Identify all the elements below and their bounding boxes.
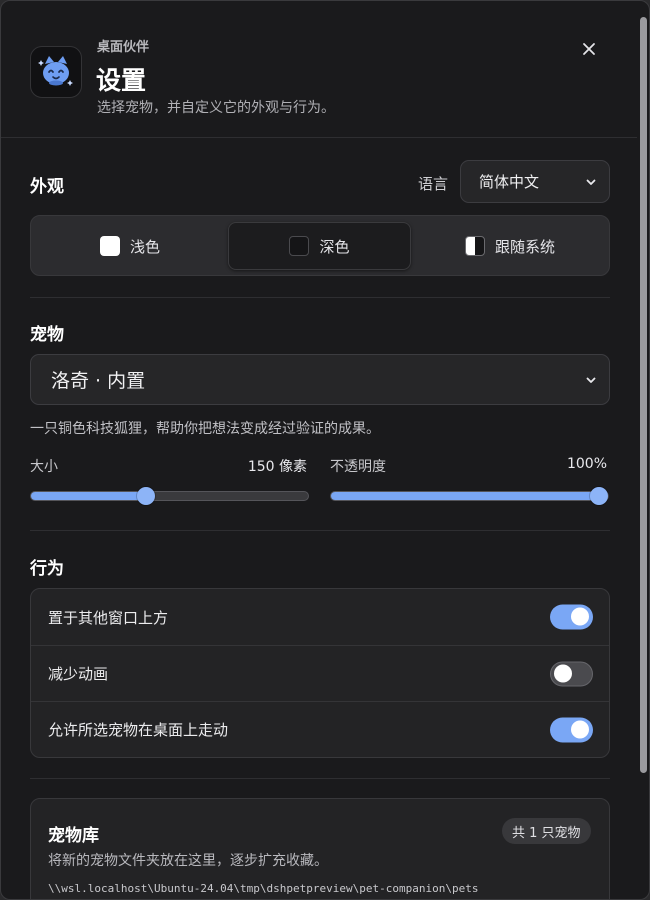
size-slider-thumb[interactable] xyxy=(137,487,156,505)
toggle-label: 允许所选宠物在桌面上走动 xyxy=(48,721,229,739)
language-label: 语言 xyxy=(418,175,449,193)
allow-walking-toggle[interactable] xyxy=(550,717,593,742)
language-select-value: 简体中文 xyxy=(479,173,540,191)
section-divider xyxy=(30,297,610,298)
pet-section-title: 宠物 xyxy=(30,325,64,345)
close-button[interactable] xyxy=(577,37,601,61)
theme-option-light[interactable]: 浅色 xyxy=(37,222,223,270)
size-value: 150 像素 xyxy=(247,459,307,475)
toggle-label: 置于其他窗口上方 xyxy=(48,608,169,627)
theme-option-label: 浅色 xyxy=(129,237,160,256)
toggle-knob xyxy=(554,664,572,682)
reduce-motion-toggle[interactable] xyxy=(550,661,593,686)
opacity-slider-thumb[interactable] xyxy=(590,487,608,505)
cat-face-icon xyxy=(38,56,73,86)
pet-count-badge: 共 1 只宠物 xyxy=(502,818,591,844)
opacity-label: 不透明度 xyxy=(330,459,386,475)
toggle-row-reduce-motion: 减少动画 xyxy=(31,645,609,701)
theme-option-system[interactable]: 跟随系统 xyxy=(417,222,603,270)
behavior-toggle-list: 置于其他窗口上方 减少动画 允许所选宠物在桌面上走动 xyxy=(30,588,610,758)
appearance-section-title: 外观 xyxy=(30,177,64,197)
theme-option-dark[interactable]: 深色 xyxy=(228,222,411,270)
pet-library-card: 宠物库 共 1 只宠物 将新的宠物文件夹放在这里，逐步扩充收藏。 \\wsl.l… xyxy=(30,798,610,899)
library-title: 宠物库 xyxy=(48,826,99,846)
pet-select[interactable]: 洛奇 · 内置 xyxy=(30,354,610,405)
toggle-label: 减少动画 xyxy=(48,665,109,683)
light-swatch-icon xyxy=(99,236,120,256)
half-contrast-icon xyxy=(464,236,485,256)
size-slider-fill xyxy=(31,492,147,500)
pet-select-value: 洛奇 · 内置 xyxy=(51,370,146,392)
theme-option-label: 跟随系统 xyxy=(494,237,555,256)
page-title: 设置 xyxy=(96,66,147,95)
size-label: 大小 xyxy=(30,459,58,475)
always-on-top-toggle[interactable] xyxy=(550,604,593,630)
chevron-down-icon xyxy=(586,179,596,185)
app-name: 桌面伙伴 xyxy=(97,40,150,55)
opacity-slider[interactable] xyxy=(330,487,609,505)
app-icon xyxy=(30,46,82,98)
scrollbar-thumb[interactable] xyxy=(640,17,647,773)
section-divider xyxy=(30,530,610,531)
chevron-down-icon xyxy=(586,377,596,383)
toggle-knob xyxy=(571,720,589,738)
section-divider xyxy=(30,778,610,779)
close-icon xyxy=(583,43,595,55)
dark-swatch-icon xyxy=(289,236,310,256)
toggle-knob xyxy=(571,607,589,626)
language-select[interactable]: 简体中文 xyxy=(460,160,610,203)
behavior-section-title: 行为 xyxy=(30,559,64,579)
page-subtitle: 选择宠物，并自定义它的外观与行为。 xyxy=(97,100,335,116)
opacity-slider-fill xyxy=(331,492,599,500)
pet-description: 一只铜色科技狐狸，帮助你把想法变成经过验证的成果。 xyxy=(30,421,380,437)
theme-segmented-control: 浅色 深色 跟随系统 xyxy=(30,215,610,276)
size-slider[interactable] xyxy=(30,487,309,505)
header: 桌面伙伴 设置 选择宠物，并自定义它的外观与行为。 xyxy=(1,1,637,138)
library-path[interactable]: \\wsl.localhost\Ubuntu-24.04\tmp\dshpetp… xyxy=(48,882,478,895)
library-description: 将新的宠物文件夹放在这里，逐步扩充收藏。 xyxy=(48,853,328,869)
opacity-value: 100% xyxy=(566,456,607,472)
settings-window: 桌面伙伴 设置 选择宠物，并自定义它的外观与行为。 外观 语言 简体中文 浅色 … xyxy=(0,0,650,900)
toggle-row-always-on-top: 置于其他窗口上方 xyxy=(31,589,609,645)
theme-option-label: 深色 xyxy=(319,237,350,256)
toggle-row-allow-walking: 允许所选宠物在桌面上走动 xyxy=(31,701,609,757)
